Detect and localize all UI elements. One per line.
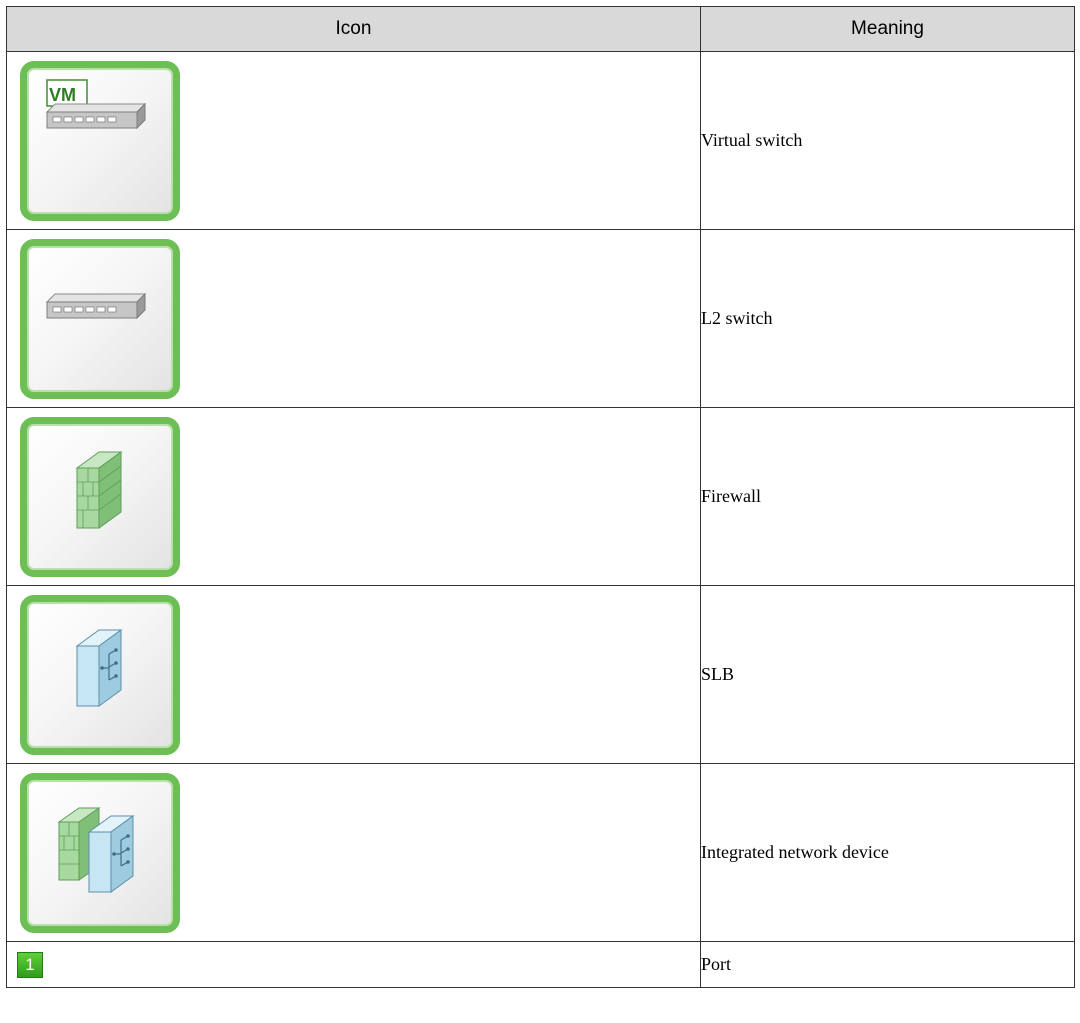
meaning-cell: L2 switch: [700, 229, 1075, 408]
vm-label: VM: [49, 85, 76, 105]
slb-icon: [20, 594, 180, 755]
port-icon: 1: [17, 951, 43, 978]
meaning-cell: Firewall: [700, 407, 1075, 586]
icon-cell: VM: [6, 51, 701, 230]
icon-cell: [6, 229, 701, 408]
table-header-row: Icon Meaning: [6, 6, 1075, 52]
icon-cell: [6, 763, 701, 942]
integrated-network-device-icon: [20, 772, 180, 933]
table-row: L2 switch: [6, 229, 1075, 408]
icon-column-header: Icon: [6, 6, 701, 52]
meaning-cell: Port: [700, 941, 1075, 988]
firewall-icon: [20, 416, 180, 577]
icon-cell: [6, 407, 701, 586]
l2-switch-icon: [20, 238, 180, 399]
table-row: Integrated network device: [6, 763, 1075, 942]
table-row: SLB: [6, 585, 1075, 764]
meaning-cell: Integrated network device: [700, 763, 1075, 942]
meaning-cell: Virtual switch: [700, 51, 1075, 230]
table-row: 1 Port: [6, 941, 1075, 988]
table-row: Firewall: [6, 407, 1075, 586]
table-row: VM Virtual switch: [6, 51, 1075, 230]
icon-cell: 1: [6, 941, 701, 988]
icon-cell: [6, 585, 701, 764]
virtual-switch-icon: VM: [20, 60, 180, 221]
meaning-cell: SLB: [700, 585, 1075, 764]
icon-legend-table: Icon Meaning VM Virtual switch L2 switch…: [6, 6, 1075, 988]
meaning-column-header: Meaning: [700, 6, 1075, 52]
